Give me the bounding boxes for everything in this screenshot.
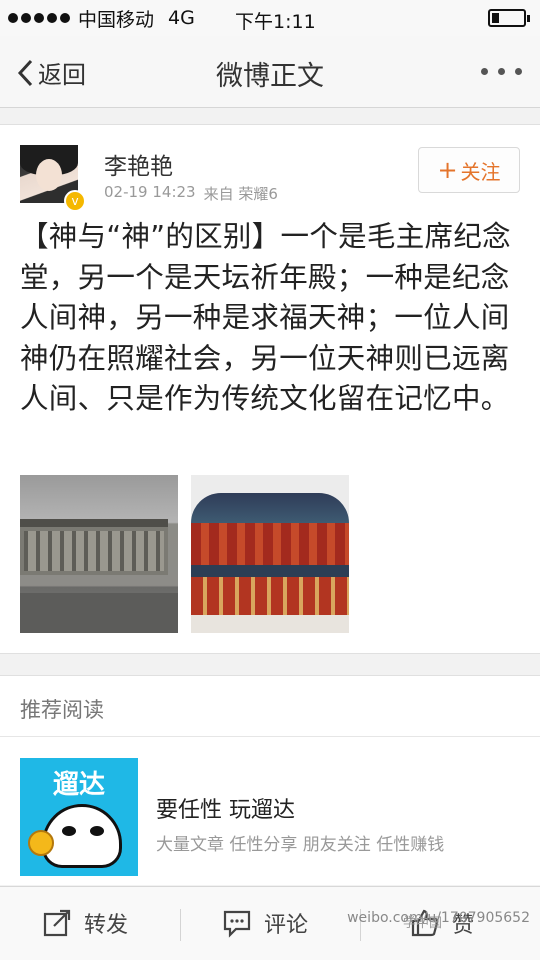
weibo-post: v 李艳艳 02-19 14:23 来自 荣耀6 + 关注 【神与“神”的区别】…	[0, 124, 540, 654]
post-source: 来自 荣耀6	[203, 185, 278, 203]
follow-label: 关注	[460, 159, 501, 184]
battery-icon	[488, 9, 530, 27]
carrier-name: 中国移动	[78, 8, 155, 31]
divider	[180, 909, 181, 941]
network-type: 4G	[168, 7, 195, 29]
user-name[interactable]: 李艳艳	[104, 147, 173, 181]
post-time: 02-19 14:23	[104, 183, 196, 201]
repost-label: 转发	[84, 913, 129, 938]
app-icon[interactable]: 遛达	[20, 758, 138, 876]
mascot-icon	[42, 804, 122, 868]
signal-strength-icon	[8, 13, 70, 23]
page-title: 微博正文	[216, 61, 324, 92]
post-image-temple-of-heaven[interactable]	[191, 475, 349, 633]
more-icon[interactable]	[481, 68, 522, 75]
comment-label: 评论	[264, 913, 309, 938]
recommended-description: 大量文章 任性分享 朋友关注 任性赚钱	[156, 835, 445, 855]
follow-button[interactable]: + 关注	[418, 147, 520, 193]
repost-icon	[43, 909, 71, 937]
post-meta: 02-19 14:23 来自 荣耀6	[104, 183, 278, 204]
coin-icon	[28, 830, 54, 856]
recommended-header: 推荐阅读	[20, 698, 104, 722]
post-image-mausoleum[interactable]	[20, 475, 178, 633]
recommended-title[interactable]: 要任性 玩遛达	[156, 792, 295, 824]
repost-button[interactable]: 转发	[42, 907, 128, 939]
verified-badge-icon: v	[64, 190, 86, 212]
status-bar: 中国移动 4G 下午1:11	[0, 0, 540, 36]
divider	[0, 736, 540, 737]
recommended-section: 推荐阅读 遛达 要任性 玩遛达 大量文章 任性分享 朋友关注 任性赚钱	[0, 675, 540, 885]
post-text: 【神与“神”的区别】一个是毛主席纪念堂，另一个是天坛祈年殿；一种是纪念人间神，另…	[20, 220, 511, 415]
watermark: weibo.com/u/1707905652	[347, 910, 530, 926]
navigation-bar: 返回 微博正文	[0, 36, 540, 108]
comment-icon	[223, 910, 251, 938]
clock: 下午1:11	[235, 11, 316, 33]
plus-icon: +	[437, 156, 458, 184]
app-icon-text: 遛达	[52, 770, 105, 800]
comment-button[interactable]: 评论	[222, 907, 308, 939]
